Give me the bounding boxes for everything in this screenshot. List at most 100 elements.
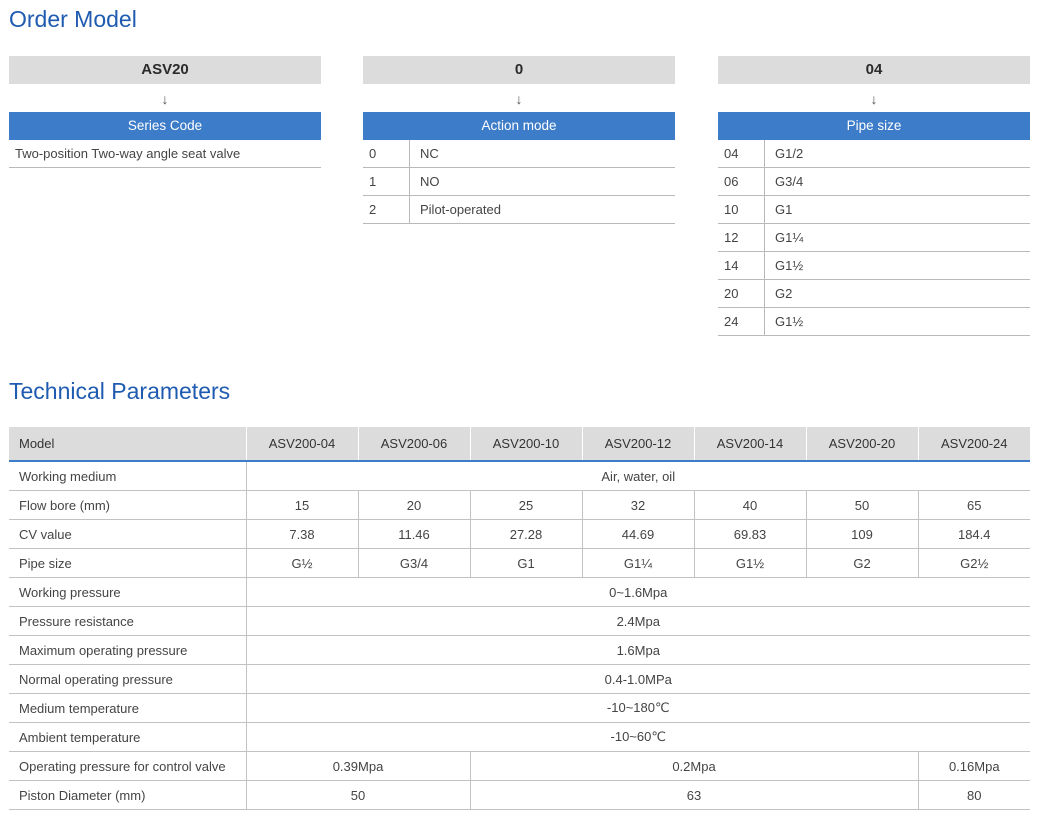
arrow-down-icon: ↓	[870, 91, 878, 107]
list-item: 0 NC	[363, 140, 675, 168]
table-cell: -10~180℃	[245, 693, 1030, 723]
option-description: G1½	[775, 314, 804, 329]
table-cell: Air, water, oil	[245, 461, 1030, 491]
technical-parameters-title: Technical Parameters	[9, 378, 231, 404]
table-row: CV value 7.38 11.46 27.28 44.69 69.83 109 184.4	[9, 519, 1030, 549]
table-row: Operating pressure for control valve 0.39…	[9, 751, 1030, 781]
arrow-down-icon: ↓	[161, 91, 169, 107]
table-cell: 44.69	[581, 519, 694, 549]
series-code-column: ASV20 ↓ Series Code Two-position Two-way…	[9, 56, 321, 168]
option-description: G3/4	[775, 174, 804, 189]
table-cell: G2½	[917, 548, 1030, 578]
table-row: Working pressure 0~1.6Mpa	[9, 577, 1030, 607]
option-code: 2	[363, 196, 410, 223]
table-cell: 40	[693, 490, 806, 520]
technical-parameters-table: Model ASV200-04 ASV200-06 ASV200-10 ASV200-1…	[9, 427, 1030, 810]
row-label: Medium temperature	[9, 693, 246, 723]
column-header: ASV200-24	[917, 427, 1030, 462]
table-cell: 32	[581, 490, 694, 520]
list-item: 20 G2	[718, 280, 1030, 308]
table-cell: 2.4Mpa	[245, 606, 1030, 636]
row-label: Ambient temperature	[9, 722, 246, 752]
table-cell: 7.38	[245, 519, 358, 549]
action-mode-column: 0 ↓ Action mode 0 NC 1 NO 2 Pilot-operated	[363, 56, 675, 224]
table-cell: 27.28	[469, 519, 582, 549]
table-cell: 63	[469, 780, 918, 810]
table-cell: 1.6Mpa	[245, 635, 1030, 665]
action-mode-band: Action mode	[363, 112, 675, 140]
table-row: Flow bore (mm) 15 20 25 32 40 50 65	[9, 490, 1030, 520]
table-cell: 20	[357, 490, 470, 520]
list-item: 12 G1¼	[718, 224, 1030, 252]
row-label: Maximum operating pressure	[9, 635, 246, 665]
table-row: Working medium Air, water, oil	[9, 461, 1030, 491]
table-cell: 65	[917, 490, 1030, 520]
table-row: Pressure resistance 2.4Mpa	[9, 606, 1030, 636]
table-cell: 109	[805, 519, 918, 549]
list-item: Two-position Two-way angle seat valve	[9, 140, 321, 168]
option-code: 24	[718, 308, 765, 335]
table-cell: -10~60℃	[245, 722, 1030, 752]
row-label: Working pressure	[9, 577, 246, 607]
table-cell: 25	[469, 490, 582, 520]
pipe-size-band: Pipe size	[718, 112, 1030, 140]
table-row: Piston Diameter (mm) 50 63 80	[9, 780, 1030, 810]
table-cell: 0~1.6Mpa	[245, 577, 1030, 607]
option-code: 0	[363, 140, 410, 167]
table-cell: G1¼	[581, 548, 694, 578]
option-description: NO	[420, 174, 440, 189]
column-header: ASV200-20	[805, 427, 918, 462]
table-row: Medium temperature -10~180℃	[9, 693, 1030, 723]
table-cell: 0.4-1.0MPa	[245, 664, 1030, 694]
row-label: Flow bore (mm)	[9, 490, 246, 520]
row-label: Piston Diameter (mm)	[9, 780, 246, 810]
pipe-size-column: 04 ↓ Pipe size 04 G1/2 06 G3/4 10 G1 12 G1¼ 14 G1…	[718, 56, 1030, 336]
option-description: G1/2	[775, 146, 804, 161]
option-code: 06	[718, 168, 765, 195]
list-item: 06 G3/4	[718, 168, 1030, 196]
option-code: 12	[718, 224, 765, 251]
table-row: Ambient temperature -10~60℃	[9, 722, 1030, 752]
action-mode-header: 0	[363, 56, 675, 84]
option-description: Pilot-operated	[420, 202, 501, 217]
table-cell: 80	[917, 780, 1030, 810]
table-row: Normal operating pressure 0.4-1.0MPa	[9, 664, 1030, 694]
option-code: 1	[363, 168, 410, 195]
list-item: 2 Pilot-operated	[363, 196, 675, 224]
table-cell: 11.46	[357, 519, 470, 549]
column-header: ASV200-14	[693, 427, 806, 462]
action-mode-list: 0 NC 1 NO 2 Pilot-operated	[363, 140, 675, 224]
table-row: Maximum operating pressure 1.6Mpa	[9, 635, 1030, 665]
table-cell: 69.83	[693, 519, 806, 549]
column-header: ASV200-12	[581, 427, 694, 462]
row-label: CV value	[9, 519, 246, 549]
list-item: 14 G1½	[718, 252, 1030, 280]
column-header: ASV200-06	[357, 427, 470, 462]
table-cell: 50	[805, 490, 918, 520]
table-header-row: Model ASV200-04 ASV200-06 ASV200-10 ASV200-1…	[9, 427, 1030, 462]
list-item: 1 NO	[363, 168, 675, 196]
row-label: Pressure resistance	[9, 606, 246, 636]
arrow-down-icon: ↓	[515, 91, 523, 107]
table-cell: G3/4	[357, 548, 470, 578]
table-cell: 50	[245, 780, 470, 810]
option-description: G1	[775, 202, 793, 217]
table-cell: 0.16Mpa	[917, 751, 1030, 781]
option-code: 20	[718, 280, 765, 307]
table-cell: G1	[469, 548, 582, 578]
series-code-header: ASV20	[9, 56, 321, 84]
row-label: Pipe size	[9, 548, 246, 578]
table-cell: G1½	[693, 548, 806, 578]
table-cell: G½	[245, 548, 358, 578]
list-item: 04 G1/2	[718, 140, 1030, 168]
column-header: ASV200-10	[469, 427, 582, 462]
pipe-size-header: 04	[718, 56, 1030, 84]
option-description: G1½	[775, 258, 804, 273]
row-label: Normal operating pressure	[9, 664, 246, 694]
table-cell: 184.4	[917, 519, 1030, 549]
option-code: 04	[718, 140, 765, 167]
table-cell: 0.39Mpa	[245, 751, 470, 781]
row-label: Working medium	[9, 461, 246, 491]
column-header-model: Model	[9, 427, 246, 462]
row-label: Operating pressure for control valve	[9, 751, 246, 781]
